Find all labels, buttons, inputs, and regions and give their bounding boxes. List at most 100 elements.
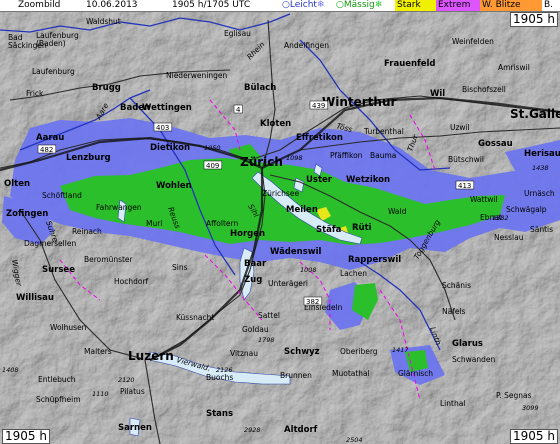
place-label: Linthal: [440, 399, 465, 408]
place-label: Zürichsee: [262, 189, 299, 198]
place-label: Säntis: [530, 225, 553, 234]
place-label: Bauma: [370, 151, 396, 160]
place-label: Schöftland: [42, 191, 82, 200]
place-label: Schwyz: [284, 347, 320, 357]
snowflake-icon: ❄: [374, 0, 383, 10]
weather-radar-map: Bad SäckingenLaufenburg (Baden)WaldshutLau…: [0, 0, 560, 444]
place-label: Stans: [206, 409, 233, 419]
place-label: Wädenswil: [270, 247, 322, 257]
place-label: Wetzikon: [346, 175, 390, 185]
place-label: Winterthur: [322, 95, 397, 109]
place-label: Amriswil: [498, 63, 530, 72]
header-date: 10.06.2013: [86, 0, 138, 10]
place-label: Zug: [244, 275, 262, 285]
place-label: Bütschwil: [448, 155, 484, 164]
place-label: Weinfelden: [452, 37, 494, 46]
road-number: 413: [458, 182, 471, 190]
place-label: Glarus: [452, 339, 483, 349]
place-label: Zürich: [240, 155, 283, 169]
road-number: 382: [306, 298, 319, 306]
place-label: Zofingen: [6, 209, 48, 219]
time-label-bottom-left: 1905 h: [2, 429, 50, 444]
place-label: Dietikon: [150, 143, 190, 153]
place-label: Wattwil: [470, 195, 498, 204]
place-label: Niederweningen: [166, 71, 227, 80]
place-label: Horgen: [230, 229, 265, 239]
elevation-label: 2928: [244, 426, 261, 434]
place-label: Vitznau: [230, 349, 258, 358]
place-label: Wil: [430, 89, 445, 99]
place-label: Uzwil: [450, 123, 470, 132]
place-label: Malters: [84, 347, 112, 356]
place-label: Oberiberg: [340, 347, 378, 356]
place-label: Entlebuch: [38, 375, 76, 384]
legend-moderate-label: Mässig: [343, 0, 375, 10]
elevation-label: 1008: [300, 266, 317, 274]
place-label: Affoltern: [206, 219, 238, 228]
place-label: Meilen: [286, 205, 318, 215]
place-label: Eglisau: [224, 29, 251, 38]
place-label: Aarau: [36, 133, 64, 143]
road-number: 409: [206, 162, 219, 170]
place-label: P. Segnas: [496, 391, 532, 400]
place-label: Rapperswil: [348, 255, 401, 265]
place-label: Olten: [4, 179, 30, 189]
place-label: Goldau: [242, 325, 269, 334]
place-label: Willisau: [16, 293, 54, 303]
place-label: Kloten: [260, 119, 291, 129]
place-label: Schwanden: [452, 355, 495, 364]
place-label: Urnäsch: [524, 189, 555, 198]
legend-light: ○Leicht❄: [280, 0, 327, 11]
place-label: St.Gallen: [510, 107, 560, 121]
place-label: Wald: [388, 207, 407, 216]
place-label: Muri: [146, 219, 162, 228]
place-label: Buochs: [206, 373, 233, 382]
elevation-label: 1417: [392, 346, 409, 354]
place-label: Altdorf: [284, 425, 318, 435]
place-label: Brugg: [92, 83, 121, 93]
place-label: Sattel: [258, 311, 280, 320]
place-label: Baar: [244, 259, 267, 269]
place-label: Muotathal: [332, 369, 370, 378]
legend-extreme: Extrem: [436, 0, 480, 11]
road-number: 439: [312, 102, 325, 110]
place-label: Sarnen: [118, 423, 152, 433]
place-label: Uster: [306, 175, 333, 185]
place-label: Bischofszell: [462, 85, 506, 94]
road-number: 4: [236, 106, 241, 114]
legend-heavy: Stark: [395, 0, 437, 11]
place-label: Dagmersellen: [24, 239, 76, 248]
elevation-label: 1050: [204, 144, 221, 152]
place-label: Waldshut: [86, 17, 121, 26]
legend-moderate: ○Mässig❄: [334, 0, 385, 11]
place-label: Frauenfeld: [384, 59, 436, 69]
place-label: Frick: [26, 89, 44, 98]
place-label: Glärnisch: [398, 369, 433, 378]
header-mode: Zoombild: [18, 0, 61, 10]
place-label: Lenzburg: [66, 153, 111, 163]
legend-heavy-label: Stark: [397, 0, 421, 10]
place-label: Beromünster: [84, 255, 134, 264]
road-number: 403: [156, 124, 169, 132]
elevation-label: 1098: [286, 154, 303, 162]
header-time: 1905 h/1705 UTC: [172, 0, 251, 10]
place-label: Andelfingen: [284, 41, 329, 50]
elevation-label: 3099: [522, 404, 539, 412]
place-label: Unterägeri: [268, 279, 308, 288]
legend-lightning: W. Blitze: [480, 0, 544, 11]
legend-light-marker: ○: [282, 0, 290, 10]
place-label: Sursee: [42, 265, 75, 275]
elevation-label: 1408: [2, 366, 19, 374]
legend-lightning-label: W. Blitze: [482, 0, 521, 10]
place-label: Turbenthal: [363, 127, 404, 136]
place-label: Fahrwangen: [96, 203, 142, 212]
place-label: Stäfa: [316, 225, 342, 235]
place-label: Küssnacht: [176, 313, 214, 322]
legend-b-label: B.: [544, 0, 554, 10]
place-label: Reinach: [72, 227, 102, 236]
place-label: Wohlen: [156, 181, 192, 191]
place-label: Gossau: [478, 139, 513, 149]
legend-extreme-label: Extrem: [438, 0, 471, 10]
legend-b: B.: [542, 0, 560, 11]
place-label: Laufenburg: [32, 67, 75, 76]
